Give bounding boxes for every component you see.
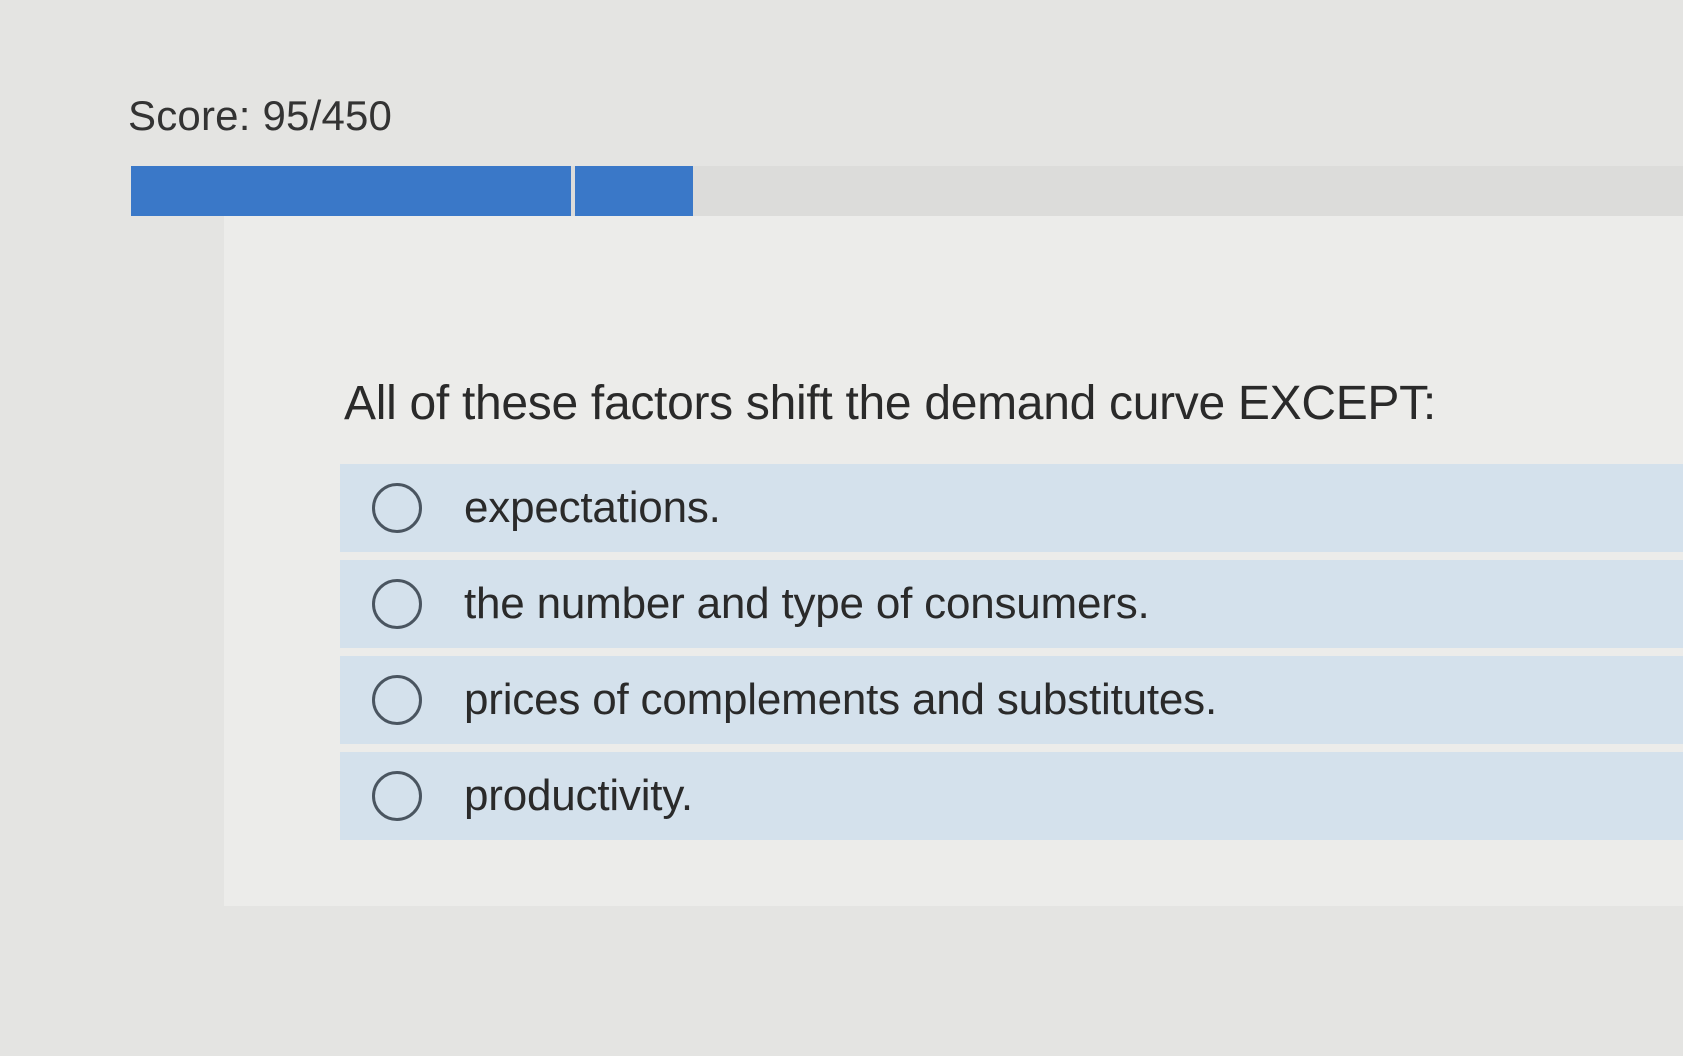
radio-button-icon[interactable] [372,675,422,725]
score-progress-bar [131,166,1683,216]
radio-button-icon[interactable] [372,579,422,629]
score-progress-fill [131,166,693,216]
answer-option-label: productivity. [464,771,693,820]
radio-button-icon[interactable] [372,483,422,533]
radio-button-icon[interactable] [372,771,422,821]
progress-segment [131,166,571,216]
answer-option-productivity[interactable]: productivity. [340,752,1683,840]
progress-segment [575,166,693,216]
answer-option-label: prices of complements and substitutes. [464,675,1217,724]
score-label: Score: 95/450 [128,92,393,139]
answer-option-expectations[interactable]: expectations. [340,464,1683,552]
answer-option-label: expectations. [464,483,721,532]
answer-option-number-and-type-of-consumers[interactable]: the number and type of consumers. [340,560,1683,648]
answer-option-label: the number and type of consumers. [464,579,1150,628]
question-card: All of these factors shift the demand cu… [224,216,1683,906]
question-prompt: All of these factors shift the demand cu… [344,377,1436,430]
answer-options: expectations. the number and type of con… [340,464,1683,848]
answer-option-prices-of-complements[interactable]: prices of complements and substitutes. [340,656,1683,744]
